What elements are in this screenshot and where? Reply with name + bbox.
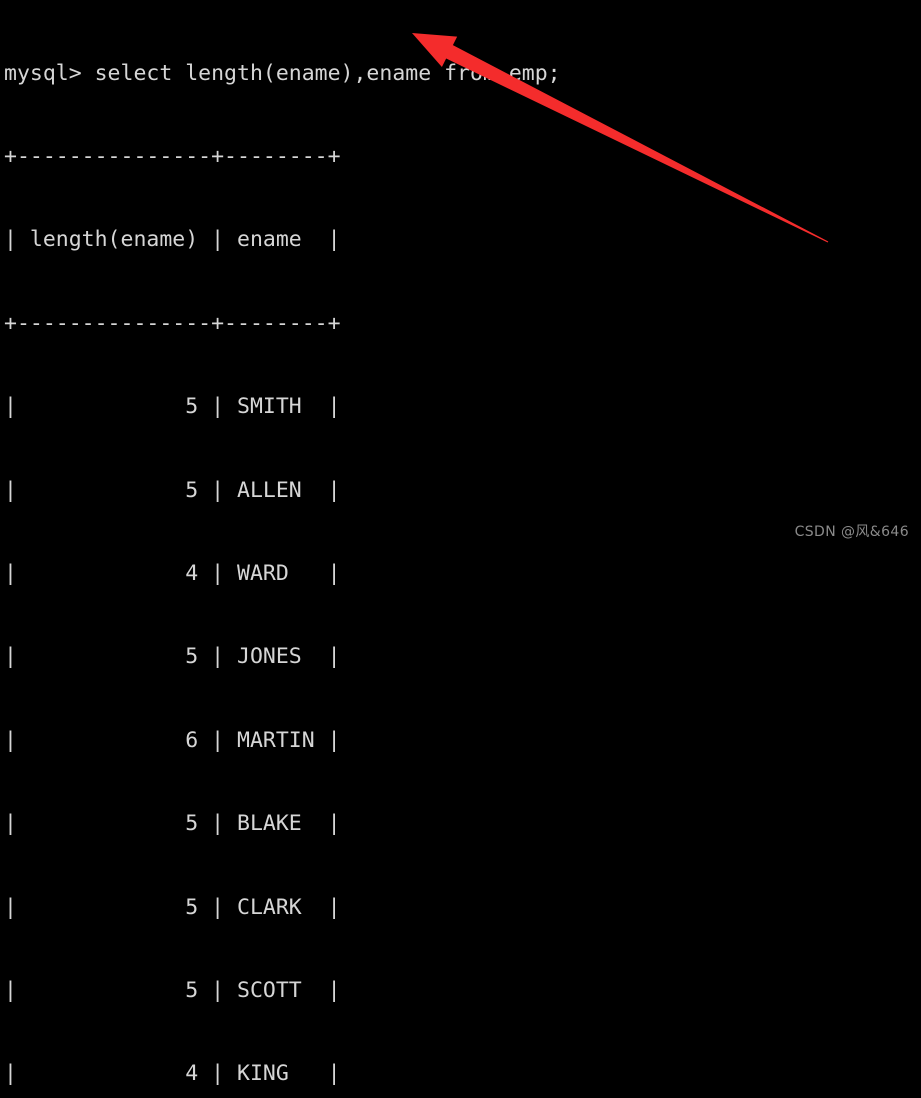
table-header-border: +---------------+--------+	[4, 310, 341, 336]
table-row: | 5 | SMITH |	[4, 394, 341, 420]
table-row: | 5 | SCOTT |	[4, 977, 341, 1003]
csdn-watermark: CSDN @风&646	[794, 524, 909, 540]
table-row: | 5 | BLAKE |	[4, 811, 341, 837]
table-row: | 5 | CLARK |	[4, 894, 341, 920]
table-row: | 6 | MARTIN |	[4, 727, 341, 753]
table-row: | 4 | KING |	[4, 1061, 341, 1087]
prompt-line: mysql> select length(ename),ename from e…	[4, 60, 561, 86]
terminal-output: mysql> select length(ename),ename from e…	[0, 0, 921, 1098]
table-header-row: | length(ename) | ename |	[4, 227, 341, 253]
terminal-window: mysql> select length(ename),ename from e…	[0, 0, 921, 1086]
table-row: | 5 | ALLEN |	[4, 477, 341, 503]
table-top-border: +---------------+--------+	[4, 143, 341, 169]
table-row: | 5 | JONES |	[4, 644, 341, 670]
table-row: | 4 | WARD |	[4, 560, 341, 586]
